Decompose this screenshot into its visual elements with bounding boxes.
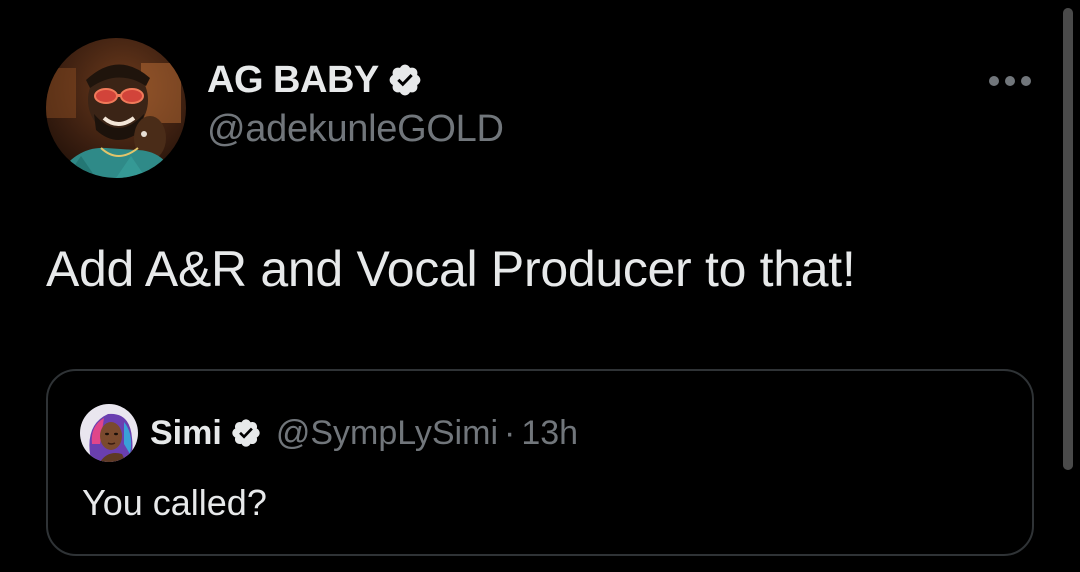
quoted-tweet-card[interactable]: Simi @SympLySimi · 13h You called? xyxy=(46,369,1034,556)
quoted-tweet-header: Simi @SympLySimi · 13h xyxy=(150,411,578,455)
quoted-author-avatar-image xyxy=(80,404,138,462)
verified-badge-icon xyxy=(232,419,260,447)
author-handle[interactable]: @adekunleGOLD xyxy=(207,108,504,151)
scrollbar-thumb[interactable] xyxy=(1063,8,1073,470)
author-avatar[interactable] xyxy=(46,38,186,178)
quoted-tweet-text: You called? xyxy=(82,482,267,523)
scrollbar[interactable] xyxy=(1063,8,1073,470)
quoted-separator: · xyxy=(504,413,516,452)
quoted-author-avatar[interactable] xyxy=(80,404,138,462)
author-name-row[interactable]: AG BABY xyxy=(207,56,423,104)
quoted-author-display-name[interactable]: Simi xyxy=(150,414,222,453)
more-options-button[interactable] xyxy=(982,64,1038,98)
author-avatar-image xyxy=(46,38,186,178)
quoted-author-handle[interactable]: @SympLySimi xyxy=(276,414,498,453)
tweet-text: Add A&R and Vocal Producer to that! xyxy=(46,241,856,297)
more-horizontal-icon xyxy=(989,76,1031,86)
verified-badge-icon xyxy=(389,64,421,96)
author-display-name[interactable]: AG BABY xyxy=(207,59,379,102)
quoted-timestamp[interactable]: 13h xyxy=(521,414,578,453)
